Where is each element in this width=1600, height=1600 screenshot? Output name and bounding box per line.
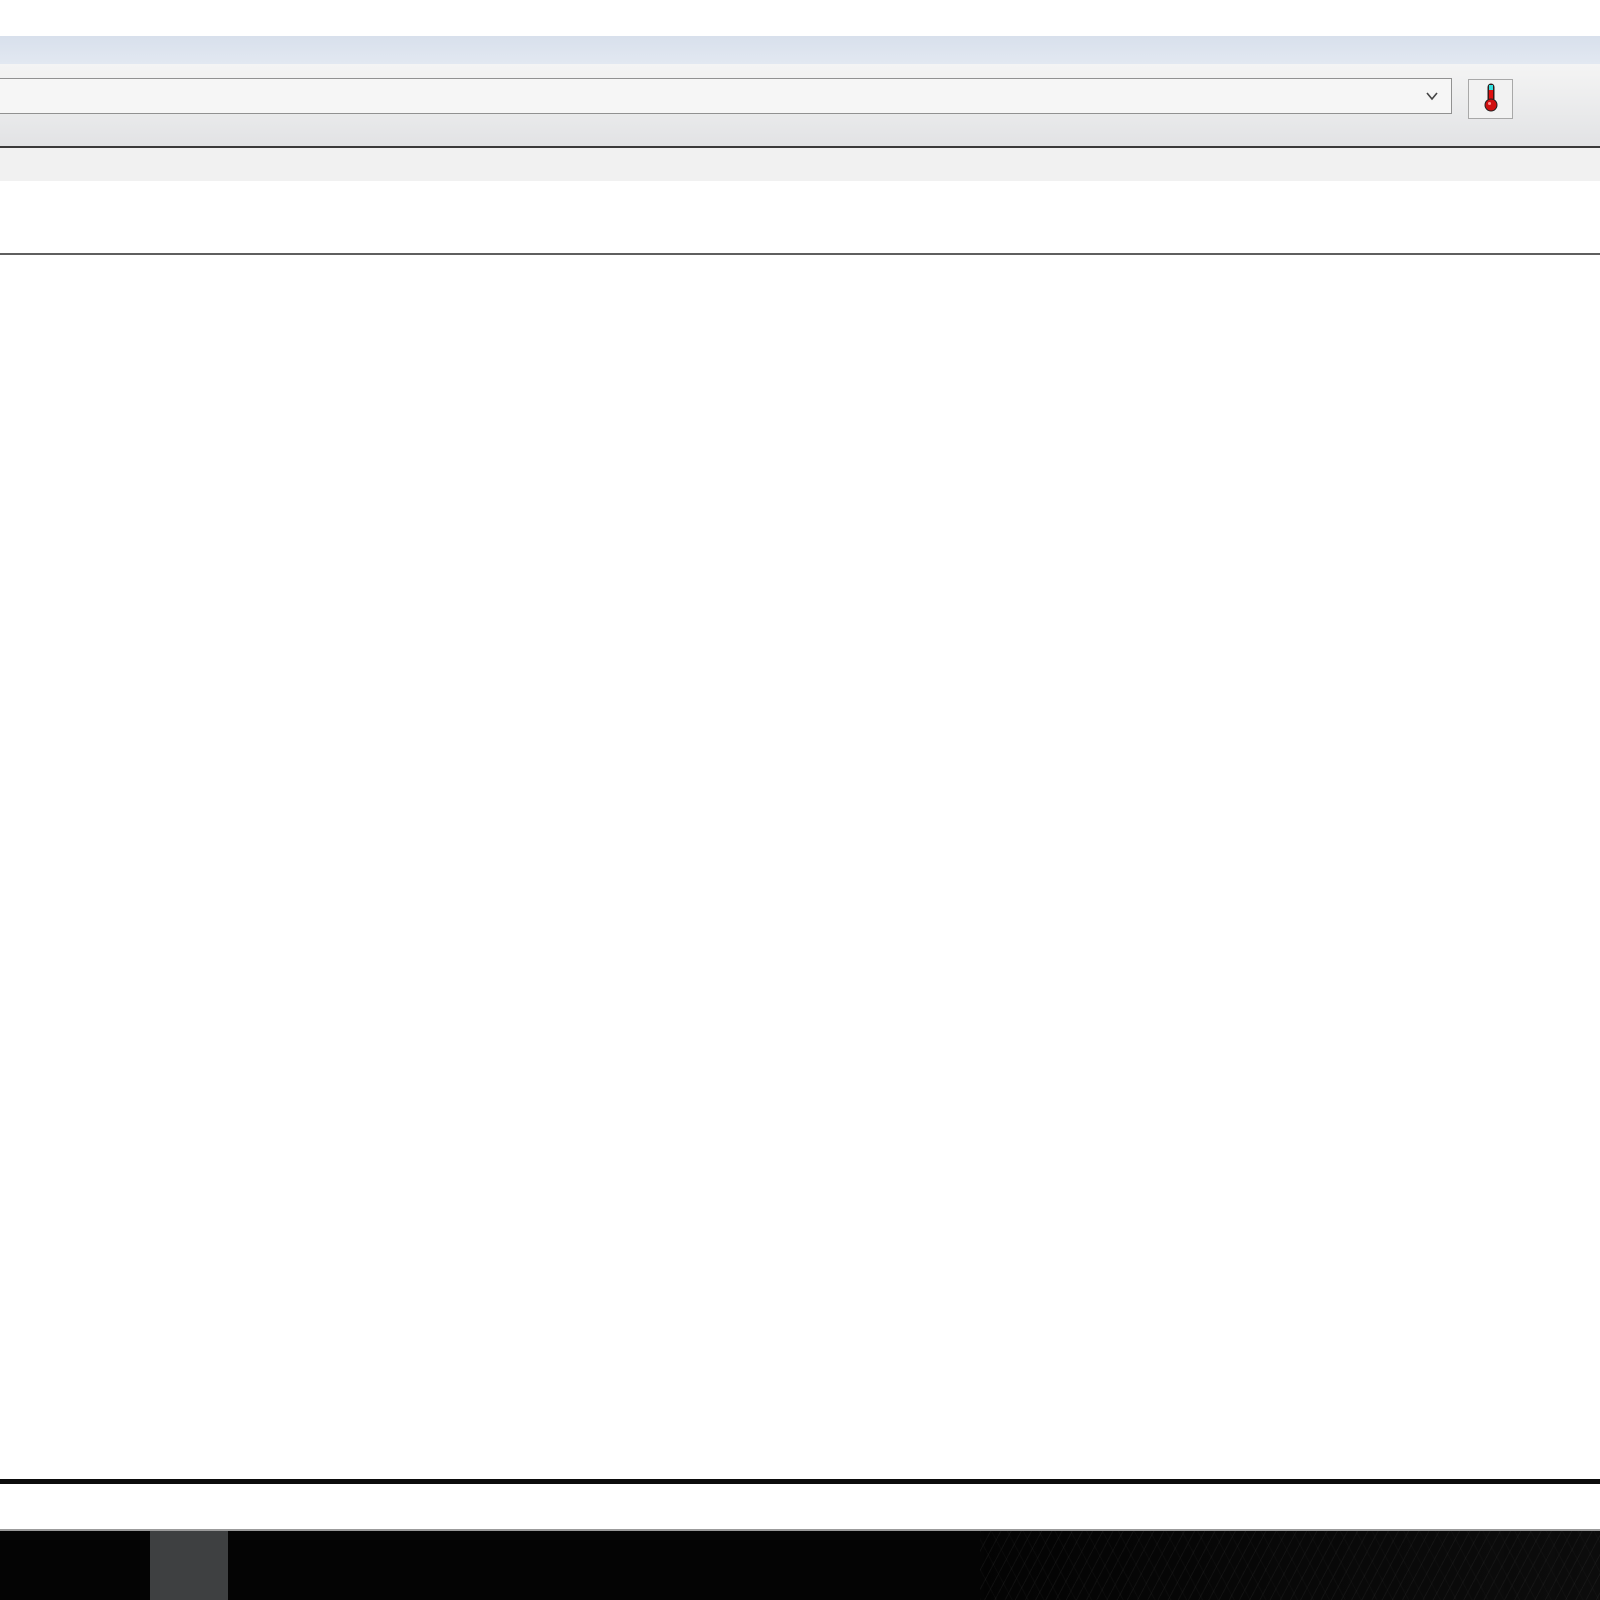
temperature-button[interactable] — [1468, 79, 1513, 119]
wallpaper-texture — [980, 1531, 1600, 1600]
thermometer-icon — [1480, 82, 1502, 117]
drive-combobox[interactable] — [0, 78, 1452, 114]
benchmark-graph — [0, 253, 1600, 1482]
drive-select-row — [0, 64, 1600, 146]
menu-strip — [0, 36, 1600, 64]
chevron-down-icon[interactable] — [1425, 89, 1439, 103]
cortana-mic-button[interactable] — [150, 1531, 228, 1600]
taskbar — [0, 1531, 1600, 1600]
content-gap — [0, 181, 1600, 253]
axis-label-band — [0, 1516, 1600, 1529]
x-axis-labels — [0, 1490, 1600, 1516]
screen — [0, 0, 1600, 1600]
toolbar — [0, 148, 1600, 181]
title-bar — [0, 0, 1600, 36]
